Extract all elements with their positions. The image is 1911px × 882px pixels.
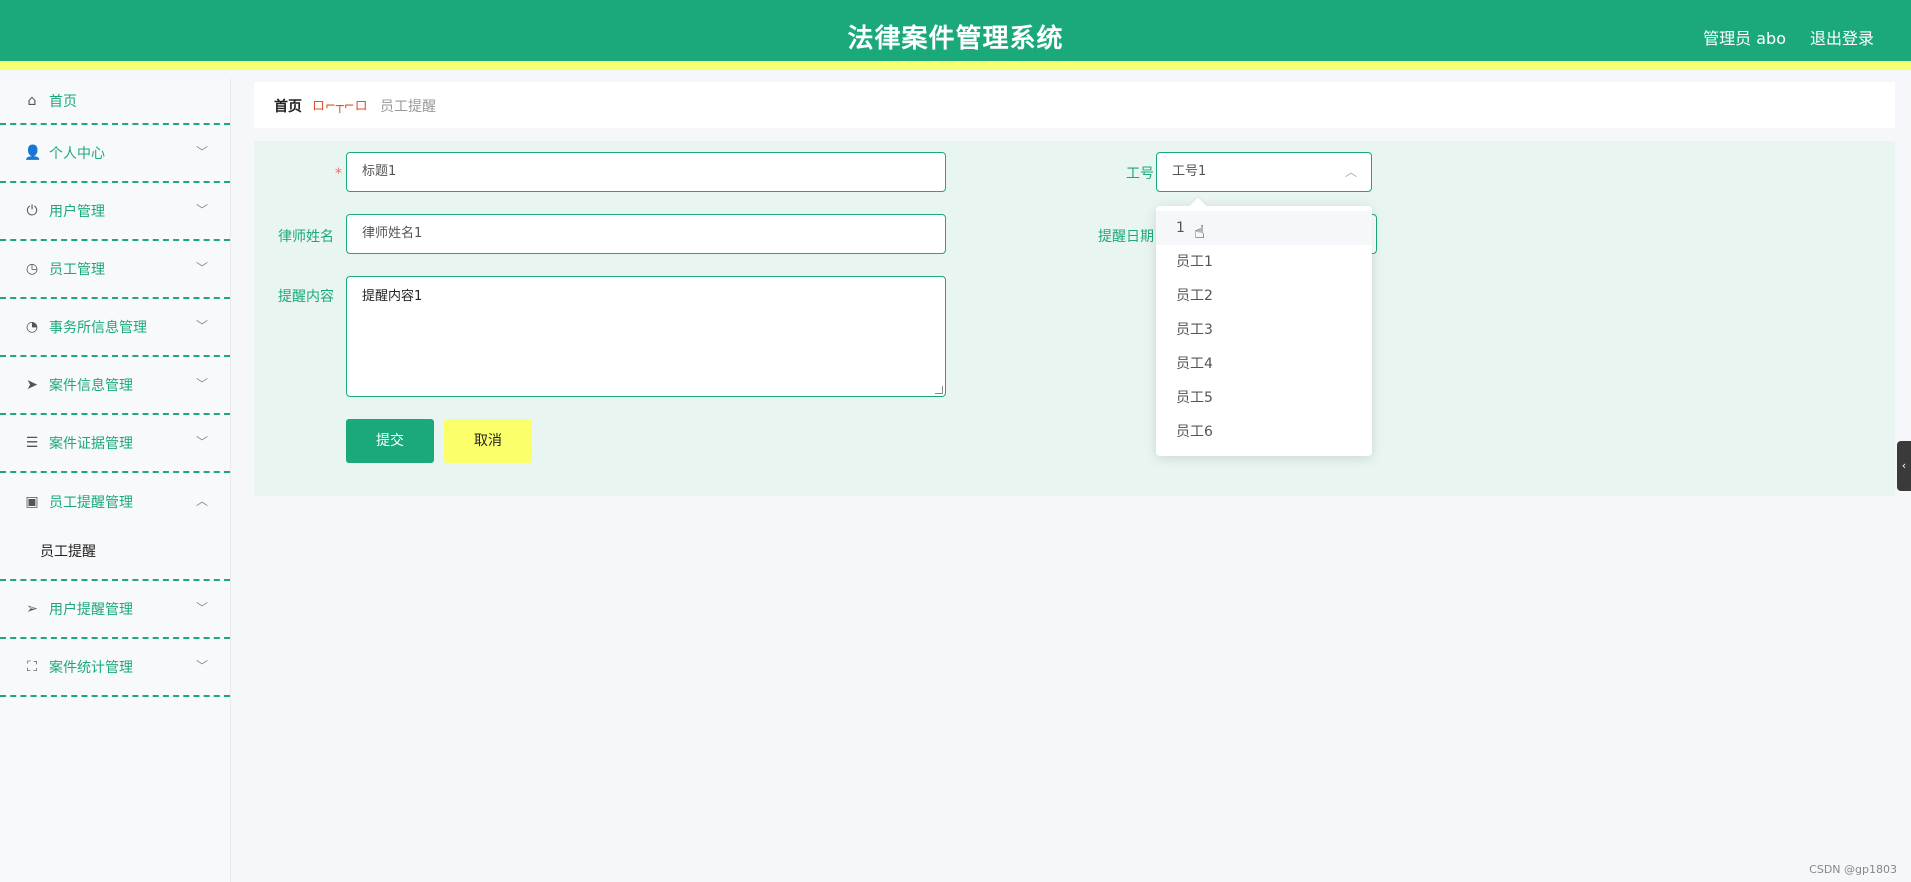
content-textarea[interactable]: 提醒内容1 (346, 276, 946, 397)
sidebar-item-label: 员工管理 (49, 262, 105, 278)
staff-id-select[interactable]: 工号1 ︿ (1156, 152, 1372, 192)
chevron-down-icon: ﹀ (195, 318, 208, 333)
cancel-button[interactable]: 取消 (444, 419, 532, 463)
sidebar-subitem-label: 员工提醒 (40, 544, 96, 560)
lawyer-name-label: 律师姓名 (278, 229, 334, 245)
dropdown-option[interactable]: 员工6 (1156, 415, 1372, 449)
hand-cursor-icon: ☝ (1194, 222, 1205, 243)
sidebar-item-label: 员工提醒管理 (49, 495, 133, 511)
list-icon: ☰ (25, 435, 39, 451)
sidebar-item-label: 个人中心 (49, 146, 105, 162)
chevron-down-icon: ﹀ (195, 144, 208, 159)
sidebar-subitem-staff-reminder[interactable]: 员工提醒 (0, 531, 230, 581)
chevron-down-icon: ﹀ (195, 260, 208, 275)
sidebar-item-user-reminder[interactable]: ➢ 用户提醒管理 ﹀ (0, 581, 230, 639)
content-value: 提醒内容1 (362, 289, 423, 304)
sidebar-item-user-management[interactable]: ⏻ 用户管理 ﹀ (0, 183, 230, 241)
sidebar-item-label: 案件信息管理 (49, 378, 133, 394)
breadcrumb-home[interactable]: 首页 (274, 96, 302, 116)
dropdown-option[interactable]: 员工5 (1156, 381, 1372, 415)
collapse-tab-chevron-left-icon[interactable]: ‹ (1897, 441, 1911, 491)
dropdown-option[interactable]: 员工4 (1156, 347, 1372, 381)
clock-icon: ◷ (25, 261, 39, 277)
chevron-down-icon: ﹀ (195, 600, 208, 615)
sidebar-item-label: 事务所信息管理 (49, 320, 147, 336)
content-label: 提醒内容 (278, 289, 334, 305)
sidebar-item-label: 案件统计管理 (49, 660, 133, 676)
staff-id-label: 工号 (1126, 166, 1154, 182)
sidebar-item-case-info[interactable]: ➤ 案件信息管理 ﹀ (0, 357, 230, 415)
submit-button[interactable]: 提交 (346, 419, 434, 463)
briefcase-icon: ▣ (25, 494, 39, 510)
sidebar-item-label: 案件证据管理 (49, 436, 133, 452)
navigation-icon: ➢ (26, 601, 38, 617)
dropdown-option[interactable]: 1 (1156, 211, 1372, 245)
staff-id-value: 工号1 (1172, 164, 1207, 179)
reminder-form: *标题 标题1 律师姓名 律师姓名1 提醒内容 提醒内容1 提交 取消 工号 工… (254, 141, 1895, 496)
logout-link[interactable]: 退出登录 (1810, 25, 1874, 49)
app-title: 法律案件管理系统 (847, 24, 1064, 54)
chevron-down-icon: ﹀ (195, 202, 208, 217)
sidebar-item-case-evidence[interactable]: ☰ 案件证据管理 ﹀ (0, 415, 230, 473)
dashboard-icon: ◔ (25, 319, 39, 335)
home-icon: ⌂ (27, 93, 37, 109)
sidebar-item-label: 用户管理 (49, 204, 105, 220)
sidebar-item-personal-center[interactable]: 👤 个人中心 ﹀ (0, 125, 230, 183)
breadcrumb-separator-icon: ロ⌐┬⌐ロ (312, 99, 368, 114)
fullscreen-icon: ⛶ (27, 659, 37, 675)
power-icon: ⏻ (26, 203, 38, 219)
title-input[interactable]: 标题1 (346, 152, 946, 192)
chevron-up-icon: ︿ (1344, 165, 1357, 179)
breadcrumb-current: 员工提醒 (380, 99, 436, 115)
sidebar-item-firm-info[interactable]: ◔ 事务所信息管理 ﹀ (0, 299, 230, 357)
dropdown-option[interactable]: 员工1 (1156, 245, 1372, 279)
dropdown-option[interactable]: 员工2 (1156, 279, 1372, 313)
sidebar-item-staff-reminder[interactable]: ▣ 员工提醒管理 ︿ (0, 473, 230, 531)
admin-user-label[interactable]: 管理员 abo (1703, 25, 1786, 49)
send-icon: ➤ (26, 377, 38, 393)
dropdown-option[interactable]: 员工3 (1156, 313, 1372, 347)
chevron-down-icon: ﹀ (195, 376, 208, 391)
breadcrumb: 首页 ロ⌐┬⌐ロ 员工提醒 (254, 82, 1895, 128)
watermark: CSDN @gp1803 (1809, 863, 1897, 876)
sidebar-item-case-statistics[interactable]: ⛶ 案件统计管理 ﹀ (0, 639, 230, 697)
top-header: 法律案件管理系统 管理员 abo 退出登录 (0, 0, 1911, 70)
sidebar: ⌂ 首页 👤 个人中心 ﹀ ⏻ 用户管理 ﹀ ◷ 员工管理 ﹀ ◔ 事务所信息管… (0, 79, 231, 882)
chevron-down-icon: ﹀ (195, 434, 208, 449)
sidebar-item-label: 首页 (49, 94, 77, 110)
sidebar-item-home[interactable]: ⌂ 首页 (0, 79, 230, 125)
resize-handle-icon[interactable] (935, 386, 943, 394)
sidebar-item-staff-management[interactable]: ◷ 员工管理 ﹀ (0, 241, 230, 299)
chevron-up-icon: ︿ (195, 493, 208, 508)
chevron-down-icon: ﹀ (195, 658, 208, 673)
reminder-date-label: 提醒日期 (1098, 229, 1154, 245)
staff-id-dropdown: 1 员工1 员工2 员工3 员工4 员工5 员工6 (1156, 197, 1372, 456)
sidebar-item-label: 用户提醒管理 (49, 602, 133, 618)
user-icon: 👤 (24, 145, 42, 161)
required-mark: * (335, 166, 342, 182)
lawyer-name-input[interactable]: 律师姓名1 (346, 214, 946, 254)
